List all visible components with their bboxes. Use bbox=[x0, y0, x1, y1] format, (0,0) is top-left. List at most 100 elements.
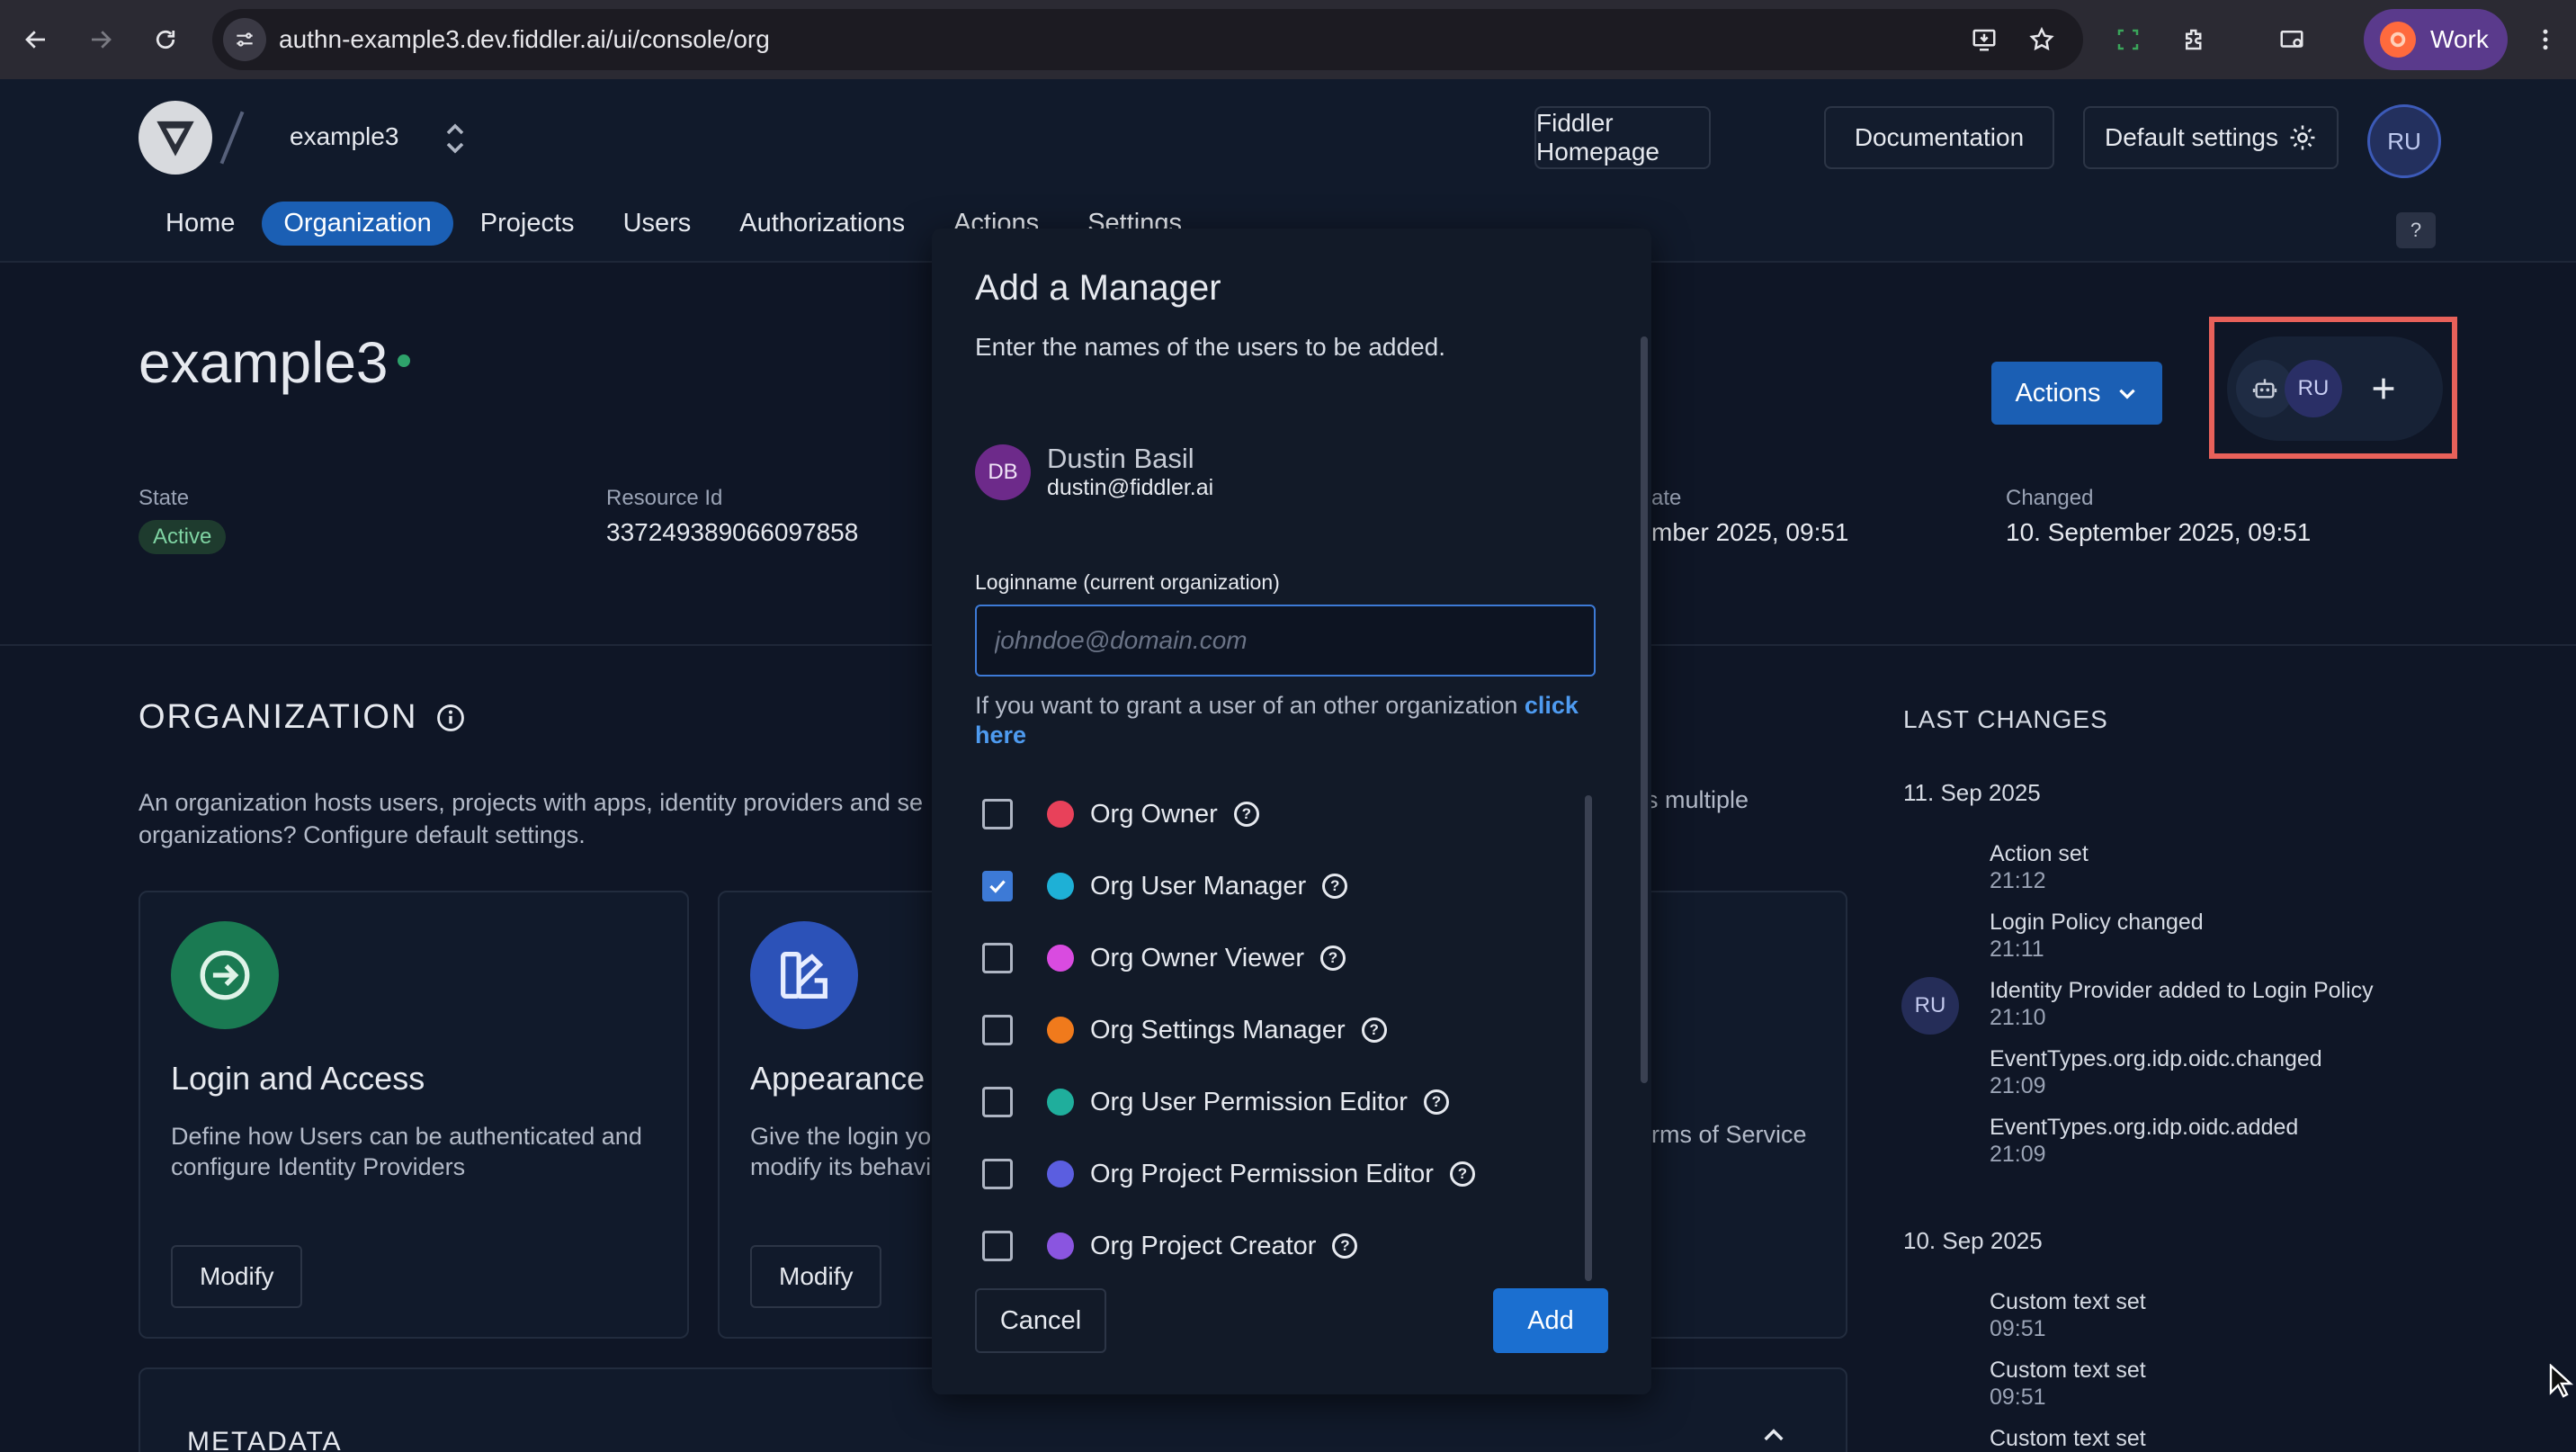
tab-organization[interactable]: Organization bbox=[262, 202, 453, 246]
dialog-title: Add a Manager bbox=[975, 268, 1221, 308]
change-text: Identity Provider added to Login Policy bbox=[1990, 978, 2374, 1003]
role-checkbox[interactable] bbox=[982, 871, 1013, 901]
help-circle-icon[interactable]: ? bbox=[1233, 802, 1259, 827]
role-color-dot bbox=[1047, 1089, 1074, 1116]
roles-scrollbar[interactable] bbox=[1585, 795, 1592, 1281]
help-circle-icon[interactable]: ? bbox=[1423, 1089, 1449, 1115]
cast-icon[interactable] bbox=[2270, 18, 2313, 61]
menu-dots-icon[interactable] bbox=[2524, 18, 2567, 61]
change-time: 21:09 bbox=[1990, 1142, 2046, 1167]
last-changes-title: LAST CHANGES bbox=[1903, 705, 2108, 733]
highlight-box bbox=[2209, 317, 2457, 459]
change-item: Identity Provider added to Login Policy … bbox=[1990, 977, 2374, 1031]
role-option-org-user-manager[interactable]: Org User Manager ? bbox=[982, 864, 1348, 909]
role-checkbox[interactable] bbox=[982, 1231, 1013, 1261]
role-checkbox[interactable] bbox=[982, 799, 1013, 829]
role-option-org-owner-viewer[interactable]: Org Owner Viewer ? bbox=[982, 936, 1346, 981]
state-label: State bbox=[139, 486, 190, 510]
section-title: ORGANIZATION bbox=[139, 698, 466, 737]
gear-icon bbox=[2287, 122, 2318, 153]
loginname-input[interactable] bbox=[975, 605, 1596, 677]
back-icon[interactable] bbox=[14, 18, 58, 61]
role-name: Org User Manager bbox=[1090, 871, 1307, 901]
change-text: Action set bbox=[1990, 841, 2089, 866]
reload-icon[interactable] bbox=[144, 18, 187, 61]
change-text: EventTypes.org.idp.oidc.changed bbox=[1990, 1046, 2322, 1071]
screenshot-icon[interactable] bbox=[2106, 18, 2150, 61]
chevron-up-down-icon[interactable] bbox=[443, 121, 471, 157]
role-name: Org Settings Manager bbox=[1090, 1015, 1346, 1044]
role-option-org-user-permission-editor[interactable]: Org User Permission Editor ? bbox=[982, 1080, 1449, 1125]
role-color-dot bbox=[1047, 945, 1074, 972]
modify-button[interactable]: Modify bbox=[171, 1245, 303, 1308]
palette-icon bbox=[750, 921, 858, 1029]
help-circle-icon[interactable]: ? bbox=[1449, 1161, 1475, 1187]
install-app-icon[interactable] bbox=[1963, 18, 2006, 61]
created-label: ate bbox=[1651, 486, 1682, 510]
change-item: Action set 21:12 bbox=[1990, 840, 2089, 894]
role-checkbox[interactable] bbox=[982, 1087, 1013, 1117]
fiddler-logo-icon[interactable] bbox=[139, 101, 212, 175]
change-date: 10. Sep 2025 bbox=[1903, 1227, 2043, 1254]
help-circle-icon[interactable]: ? bbox=[1320, 946, 1346, 971]
tab-authorizations[interactable]: Authorizations bbox=[718, 202, 926, 246]
help-circle-icon[interactable]: ? bbox=[1361, 1017, 1387, 1043]
role-checkbox[interactable] bbox=[982, 943, 1013, 973]
resource-id-value: 337249389066097858 bbox=[606, 518, 859, 546]
dialog-scrollbar[interactable] bbox=[1641, 336, 1648, 1083]
forward-icon[interactable] bbox=[79, 18, 122, 61]
site-info-icon[interactable] bbox=[223, 18, 266, 61]
info-icon[interactable] bbox=[435, 703, 466, 733]
chevron-up-icon[interactable] bbox=[1759, 1421, 1788, 1450]
documentation-button[interactable]: Documentation bbox=[1824, 106, 2054, 169]
help-circle-icon[interactable]: ? bbox=[1322, 874, 1348, 899]
modify-button[interactable]: Modify bbox=[750, 1245, 882, 1308]
cancel-button[interactable]: Cancel bbox=[975, 1288, 1106, 1353]
org-switcher-label[interactable]: example3 bbox=[290, 122, 398, 151]
tab-home[interactable]: Home bbox=[144, 202, 256, 246]
role-checkbox[interactable] bbox=[982, 1015, 1013, 1045]
add-manager-dialog: Add a Manager Enter the names of the use… bbox=[932, 229, 1651, 1394]
role-option-org-settings-manager[interactable]: Org Settings Manager ? bbox=[982, 1008, 1387, 1053]
change-time: 21:09 bbox=[1990, 1073, 2046, 1098]
selected-user-chip[interactable]: DB Dustin Basil dustin@fiddler.ai bbox=[975, 443, 1213, 501]
resource-id-label: Resource Id bbox=[606, 486, 723, 510]
role-name: Org Owner Viewer bbox=[1090, 943, 1304, 972]
role-color-dot bbox=[1047, 1161, 1074, 1188]
role-option-org-project-permission-editor[interactable]: Org Project Permission Editor ? bbox=[982, 1152, 1475, 1197]
extensions-icon[interactable] bbox=[2173, 18, 2216, 61]
changed-value: 10. September 2025, 09:51 bbox=[2006, 518, 2312, 546]
user-avatar[interactable]: RU bbox=[2367, 104, 2441, 178]
role-option-org-project-creator[interactable]: Org Project Creator ? bbox=[982, 1223, 1358, 1268]
role-name: Org Project Creator bbox=[1090, 1231, 1317, 1260]
status-badge: Active bbox=[139, 520, 227, 554]
role-option-org-owner[interactable]: Org Owner ? bbox=[982, 792, 1259, 837]
section-title-text: ORGANIZATION bbox=[139, 698, 418, 736]
metadata-title: METADATA bbox=[187, 1427, 343, 1452]
browser-toolbar: authn-example3.dev.fiddler.ai/ui/console… bbox=[0, 0, 2576, 79]
change-time: 09:51 bbox=[1990, 1385, 2046, 1410]
default-settings-label: Default settings bbox=[2105, 123, 2278, 151]
fiddler-homepage-button[interactable]: Fiddler Homepage bbox=[1534, 106, 1711, 169]
terms-card-text: rms of Service bbox=[1651, 1121, 1807, 1148]
help-circle-icon[interactable]: ? bbox=[1332, 1233, 1358, 1259]
change-item: Custom text set bbox=[1990, 1425, 2146, 1452]
tab-projects[interactable]: Projects bbox=[459, 202, 596, 246]
card-title: Login and Access bbox=[171, 1060, 425, 1097]
role-checkbox[interactable] bbox=[982, 1159, 1013, 1189]
tab-users[interactable]: Users bbox=[602, 202, 713, 246]
change-text: Custom text set bbox=[1990, 1289, 2146, 1314]
profile-button[interactable]: Work bbox=[2364, 9, 2508, 70]
role-name: Org Project Permission Editor bbox=[1090, 1159, 1434, 1188]
other-org-hint: If you want to grant a user of an other … bbox=[975, 691, 1605, 750]
profile-avatar-icon bbox=[2380, 22, 2416, 58]
actions-label: Actions bbox=[2015, 378, 2101, 408]
breadcrumb-divider bbox=[219, 111, 245, 165]
help-button[interactable]: ? bbox=[2396, 212, 2436, 248]
bookmark-star-icon[interactable] bbox=[2020, 18, 2063, 61]
actions-button[interactable]: Actions bbox=[1991, 362, 2162, 425]
default-settings-button[interactable]: Default settings bbox=[2083, 106, 2339, 169]
address-bar[interactable]: authn-example3.dev.fiddler.ai/ui/console… bbox=[212, 9, 2083, 70]
dialog-subtitle: Enter the names of the users to be added… bbox=[975, 333, 1446, 361]
add-button[interactable]: Add bbox=[1493, 1288, 1608, 1353]
